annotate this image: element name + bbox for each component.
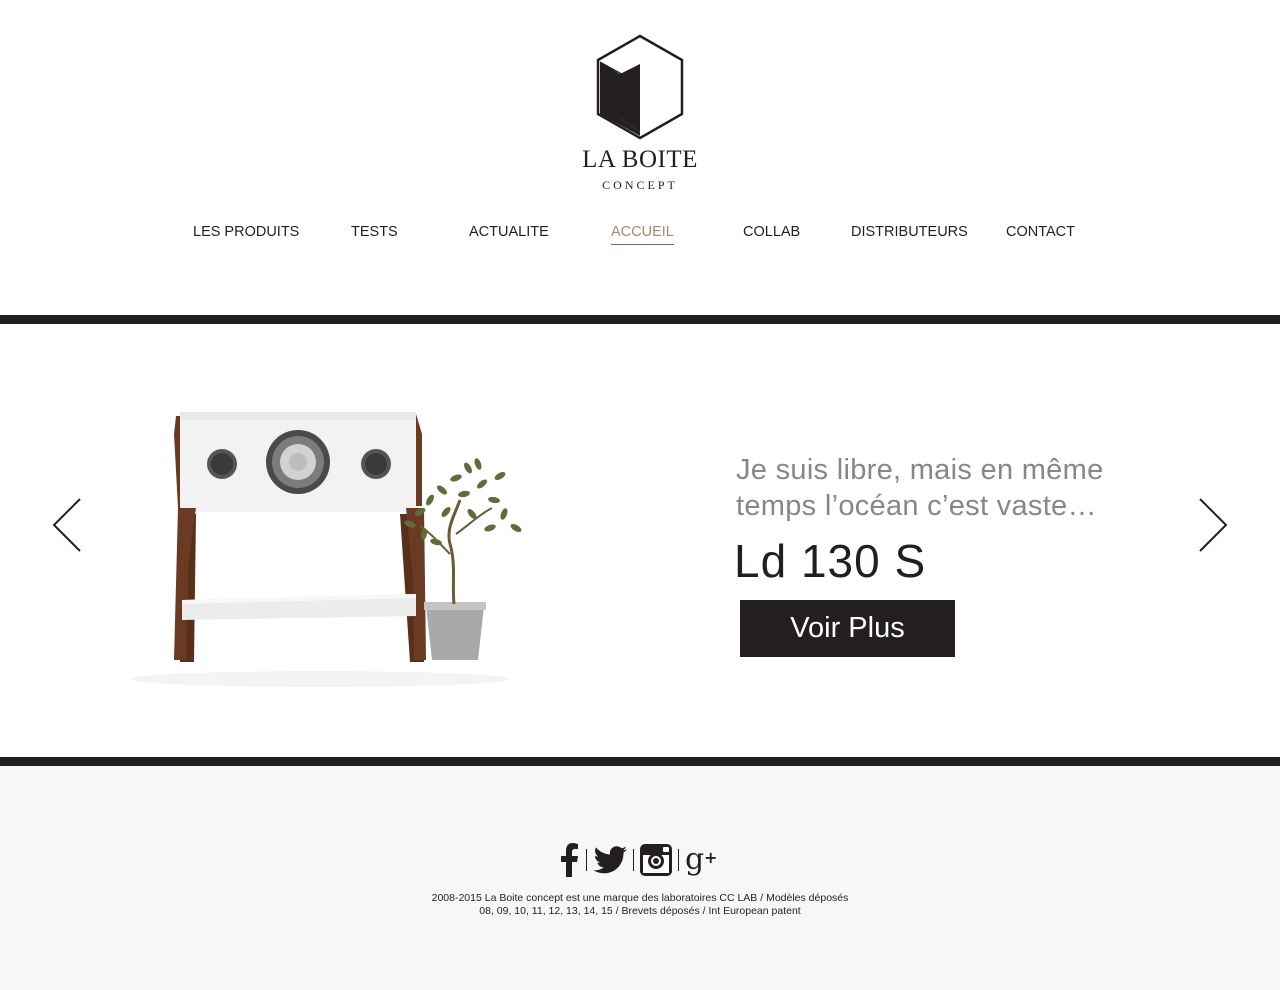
twitter-icon[interactable] bbox=[593, 846, 627, 874]
nav-item-distributeurs[interactable]: DISTRIBUTEURS bbox=[851, 224, 968, 240]
social-separator bbox=[586, 849, 587, 871]
hero-tagline: Je suis libre, mais en même temps l’océa… bbox=[736, 452, 1156, 524]
social-separator bbox=[633, 849, 634, 871]
social-separator bbox=[678, 849, 679, 871]
svg-text:g: g bbox=[685, 843, 704, 877]
google-plus-icon[interactable]: g + bbox=[685, 843, 719, 877]
copyright: 2008-2015 La Boite concept est une marqu… bbox=[0, 892, 1280, 918]
brand-logo[interactable]: LA BOITE CONCEPT bbox=[570, 30, 710, 200]
hero-slider: Je suis libre, mais en même temps l’océa… bbox=[0, 324, 1280, 757]
site-header: LA BOITE CONCEPT LES PRODUITS TESTS ACTU… bbox=[0, 0, 1280, 316]
hero-tagline-line1: Je suis libre, mais en même bbox=[736, 454, 1104, 486]
brand-name: LA BOITE bbox=[582, 146, 698, 173]
facebook-icon[interactable] bbox=[558, 843, 580, 877]
cube-hexagon-logo-icon bbox=[596, 34, 684, 140]
nav-item-actualite[interactable]: ACTUALITE bbox=[469, 224, 549, 240]
brand-subtitle: CONCEPT bbox=[602, 178, 678, 192]
nav-item-contact[interactable]: CONTACT bbox=[1006, 224, 1075, 240]
nav-item-les-produits[interactable]: LES PRODUITS bbox=[193, 224, 299, 240]
hero-top-border bbox=[0, 315, 1280, 324]
social-links: g + bbox=[558, 842, 719, 878]
product-image bbox=[120, 404, 530, 694]
copyright-line1: 2008-2015 La Boite concept est une marqu… bbox=[431, 892, 849, 904]
speaker-with-plant-icon bbox=[130, 412, 522, 687]
hero-tagline-line2: temps l’océan c’est vaste… bbox=[736, 490, 1097, 522]
nav-item-collab[interactable]: COLLAB bbox=[743, 224, 800, 240]
svg-text:+: + bbox=[704, 848, 717, 867]
chevron-right-icon[interactable] bbox=[1194, 496, 1230, 554]
nav-item-accueil[interactable]: ACCUEIL bbox=[611, 224, 674, 245]
chevron-left-icon[interactable] bbox=[50, 496, 86, 554]
copyright-line2: 08, 09, 10, 11, 12, 13, 14, 15 / Brevets… bbox=[479, 905, 801, 917]
nav-item-tests[interactable]: TESTS bbox=[351, 224, 398, 240]
product-model: Ld 130 S bbox=[734, 535, 927, 587]
site-footer: g + 2008-2015 La Boite concept est une ma… bbox=[0, 766, 1280, 990]
hero-bottom-border bbox=[0, 757, 1280, 766]
main-nav: LES PRODUITS TESTS ACTUALITE ACCUEIL COL… bbox=[0, 224, 1280, 254]
instagram-icon[interactable] bbox=[640, 844, 672, 876]
voir-plus-button[interactable]: Voir Plus bbox=[740, 600, 955, 657]
